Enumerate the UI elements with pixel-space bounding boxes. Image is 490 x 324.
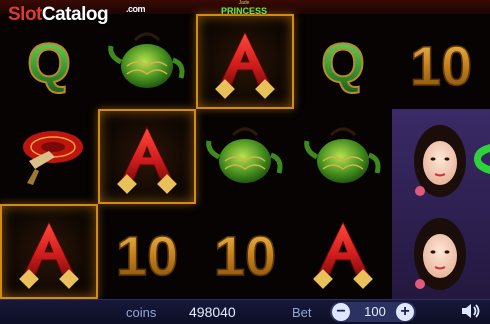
speaker-icon[interactable] xyxy=(460,302,482,320)
symbol-teapot xyxy=(196,109,294,204)
symbol-a-winning xyxy=(196,14,294,109)
symbol-q: Q xyxy=(294,14,392,109)
symbol-ten: 10 xyxy=(392,14,490,109)
q-symbol-icon: Q xyxy=(320,30,366,95)
a-symbol-icon xyxy=(19,220,79,289)
princess-stacked-wild xyxy=(392,109,490,299)
ten-symbol-text: 10 xyxy=(410,34,472,97)
symbol-a xyxy=(294,204,392,299)
bet-stepper: − 100 + xyxy=(330,302,416,322)
bet-value: 100 xyxy=(364,304,386,319)
q-symbol-icon: Q xyxy=(26,30,72,95)
watermark-com: .com xyxy=(126,4,146,14)
teapot-icon xyxy=(108,32,185,88)
symbol-a-winning xyxy=(0,204,98,299)
watermark-catalog: Catalog xyxy=(41,4,109,25)
reel-4: Q xyxy=(294,14,392,299)
game-logo: Jade PRINCESS xyxy=(220,0,268,16)
a-symbol-icon xyxy=(215,30,275,99)
reel-3: 10 xyxy=(196,14,294,299)
symbol-q: Q xyxy=(0,14,98,109)
teapot-icon xyxy=(206,127,283,183)
q-symbol-text: Q xyxy=(27,31,71,94)
reels-area: Q 10 10 Q 10 xyxy=(0,14,490,299)
red-parasol-icon xyxy=(23,130,83,185)
ten-symbol-icon: 10 xyxy=(409,33,473,98)
reel-5: 10 xyxy=(392,14,490,299)
spin-arrow-icon[interactable] xyxy=(470,144,490,174)
reel-1: Q xyxy=(0,14,98,299)
bet-label: Bet xyxy=(292,305,312,320)
symbol-red-parasol xyxy=(0,109,98,204)
bottom-bar: coins 498040 Bet − 100 + xyxy=(0,299,490,324)
watermark-slot: Slot xyxy=(8,4,42,25)
logo-main-text: PRINCESS xyxy=(220,6,267,16)
ten-symbol-icon: 10 xyxy=(213,223,277,288)
q-symbol-text: Q xyxy=(321,31,365,94)
symbol-a-winning xyxy=(98,109,196,204)
symbol-teapot xyxy=(294,109,392,204)
coins-label: coins xyxy=(126,305,157,320)
a-symbol-icon xyxy=(117,125,177,194)
symbol-ten: 10 xyxy=(98,204,196,299)
coins-value: 498040 xyxy=(189,304,236,320)
ten-symbol-text: 10 xyxy=(214,224,276,287)
bet-decrease-button[interactable]: − xyxy=(332,303,350,321)
ten-symbol-icon: 10 xyxy=(115,223,179,288)
ten-symbol-text: 10 xyxy=(116,224,178,287)
teapot-icon xyxy=(304,127,381,183)
princess-icon xyxy=(414,125,466,290)
slotcatalog-watermark: SlotCatalog .com xyxy=(8,4,146,26)
symbol-teapot xyxy=(98,14,196,109)
a-symbol-icon xyxy=(313,220,373,289)
symbol-ten: 10 xyxy=(196,204,294,299)
bet-increase-button[interactable]: + xyxy=(396,303,414,321)
reel-2: 10 xyxy=(98,14,196,299)
